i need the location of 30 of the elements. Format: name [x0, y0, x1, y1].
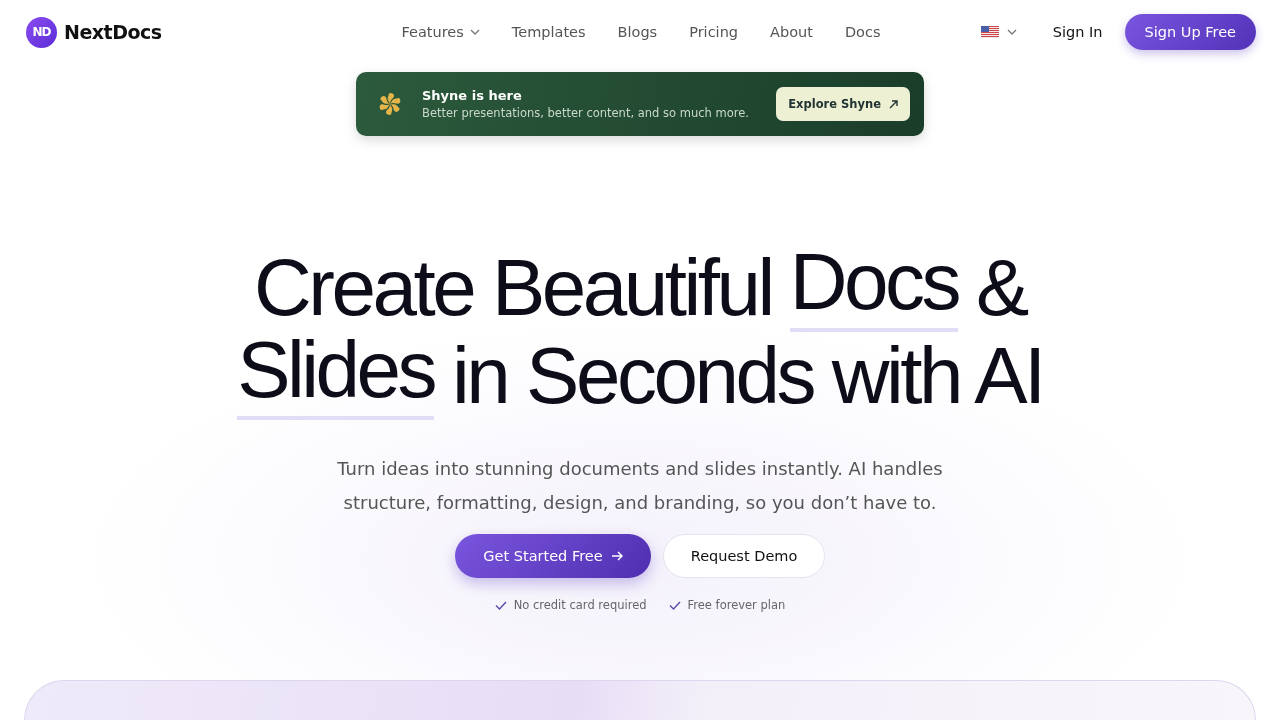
brand-name[interactable]: NextDocs	[64, 21, 162, 43]
headline-text: Create Beautiful	[254, 244, 772, 332]
chevron-down-icon	[1006, 29, 1017, 35]
announcement-text: Better presentations, better content, and so much more.	[422, 106, 750, 120]
nav-link[interactable]: Templates	[511, 24, 586, 40]
get-started-button[interactable]: Get Started Free	[455, 534, 651, 578]
perk-text: No credit card required	[513, 598, 647, 612]
nav-link[interactable]: Blogs	[617, 24, 658, 40]
sign-up-button[interactable]: Sign Up Free	[1124, 14, 1256, 50]
headline-text: in Seconds with AI	[452, 332, 1043, 420]
nav-link[interactable]: Pricing	[689, 24, 739, 40]
flag-icon[interactable]	[980, 26, 999, 38]
chevron-down-icon	[469, 29, 480, 35]
headline-text: Docs	[789, 244, 959, 332]
sign-in-link[interactable]: Sign In	[1052, 24, 1103, 40]
announcement-title: Shyne is here	[422, 88, 523, 103]
check-icon	[494, 600, 507, 610]
arrow-up-right-icon	[889, 99, 898, 109]
nav-link[interactable]: About	[770, 24, 813, 40]
logo-mark[interactable]: ND	[26, 16, 57, 48]
nav-link[interactable]: Docs	[844, 24, 881, 40]
headline-text: &	[976, 244, 1026, 332]
check-icon	[668, 600, 681, 610]
perk-text: Free forever plan	[687, 598, 786, 612]
headline-text: Slides	[237, 332, 435, 420]
arrow-right-icon	[610, 551, 623, 561]
explore-button[interactable]: Explore Shyne	[776, 87, 910, 121]
request-demo-button[interactable]: Request Demo	[663, 534, 825, 578]
hero-subtitle: Turn ideas into stunning documents and slides instantly. AI handles structure, formatting, design, and branding, so you don’t have to.	[336, 457, 944, 515]
nav-link[interactable]: Features	[401, 24, 480, 40]
